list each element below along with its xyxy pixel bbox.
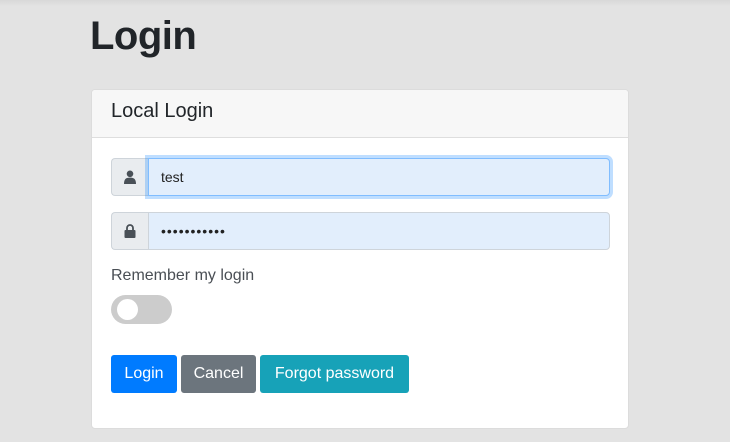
lock-icon <box>111 212 148 250</box>
password-input-group <box>111 212 610 250</box>
user-icon <box>111 158 148 196</box>
card-header: Local Login <box>92 90 628 138</box>
remember-label: Remember my login <box>111 267 255 284</box>
login-card: Local Login Remember my login Login Canc… <box>91 89 629 429</box>
password-input[interactable] <box>148 212 610 250</box>
cancel-button[interactable]: Cancel <box>181 355 256 393</box>
username-input-group <box>111 158 610 196</box>
forgot-password-button[interactable]: Forgot password <box>260 355 409 393</box>
top-bar <box>0 0 730 6</box>
toggle-knob <box>117 299 138 320</box>
page-title: Login <box>90 14 197 58</box>
username-input[interactable] <box>148 158 610 196</box>
login-button[interactable]: Login <box>111 355 177 393</box>
remember-toggle[interactable] <box>111 295 172 324</box>
